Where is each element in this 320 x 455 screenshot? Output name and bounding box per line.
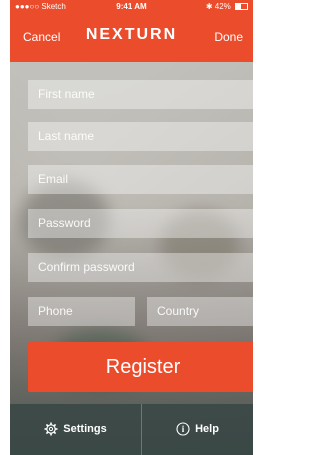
first-name-field[interactable]: First name — [28, 80, 253, 109]
phone-field[interactable]: Phone — [28, 297, 135, 326]
last-name-field[interactable]: Last name — [28, 122, 253, 151]
done-button[interactable]: Done — [214, 30, 243, 44]
battery-status: ✱ 42% — [206, 2, 248, 11]
info-icon: i — [176, 422, 190, 436]
bluetooth-icon: ✱ — [205, 2, 213, 11]
register-button[interactable]: Register — [28, 342, 253, 392]
password-field[interactable]: Password — [28, 209, 253, 238]
email-field[interactable]: Email — [28, 165, 253, 194]
tab-settings-label: Settings — [63, 423, 107, 435]
gear-icon — [44, 422, 58, 436]
navigation-bar: Cancel NEXTURN Done — [10, 14, 253, 62]
country-field[interactable]: Country — [147, 297, 253, 326]
svg-text:i: i — [182, 424, 185, 434]
battery-percent: 42% — [214, 2, 231, 11]
confirm-password-field[interactable]: Confirm password — [28, 253, 253, 282]
tab-bar: Settings i Help — [10, 404, 253, 455]
tab-settings[interactable]: Settings — [10, 404, 142, 455]
battery-icon — [235, 3, 248, 11]
app-screen: ●●●○○ Sketch 9:41 AM ✱ 42% Cancel NEXTUR… — [10, 0, 253, 455]
tab-help[interactable]: i Help — [142, 404, 253, 455]
status-bar: ●●●○○ Sketch 9:41 AM ✱ 42% — [10, 0, 253, 14]
tab-help-label: Help — [195, 423, 219, 435]
